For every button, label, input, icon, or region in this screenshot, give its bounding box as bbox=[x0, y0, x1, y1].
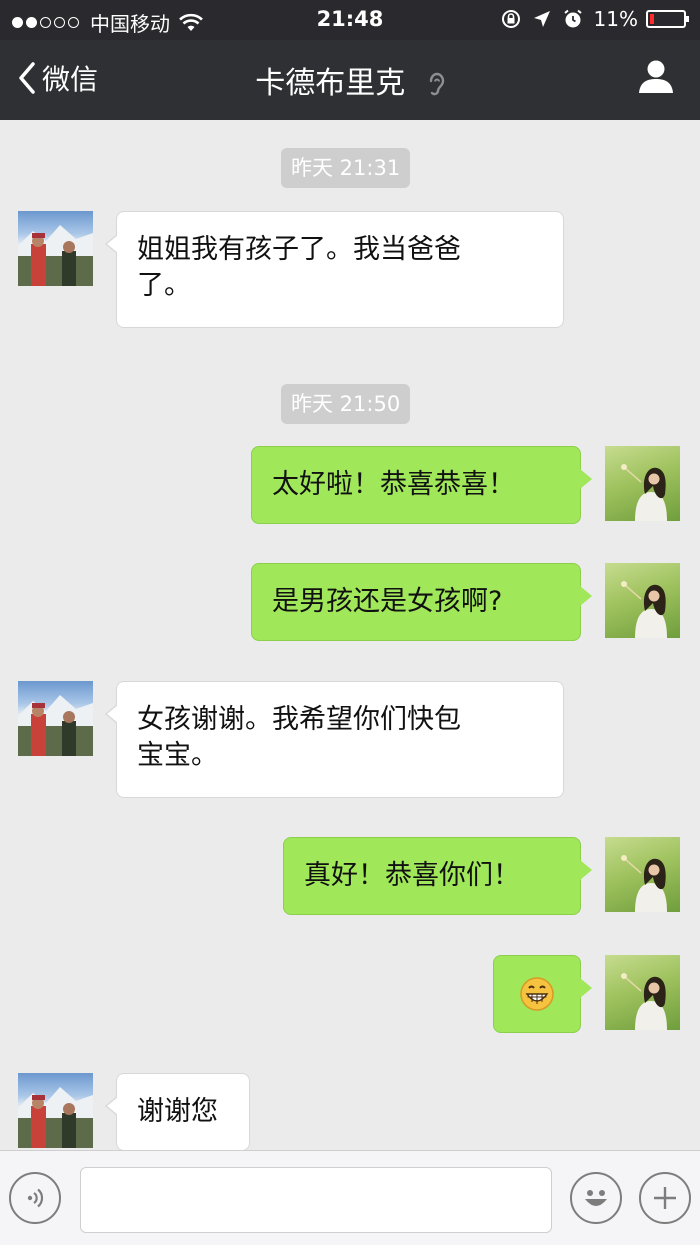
message-text-line: 宝宝。 bbox=[137, 740, 218, 771]
my-avatar[interactable] bbox=[605, 837, 680, 912]
message-bubble[interactable]: 姐姐我有孩子了。我当爸爸 了。 bbox=[105, 211, 564, 328]
message-text: 是男孩还是女孩啊? bbox=[272, 586, 503, 617]
status-bar: 中国移动 21:48 11% bbox=[0, 0, 700, 40]
message-input[interactable] bbox=[80, 1167, 552, 1233]
timestamp: 昨天 21:50 bbox=[281, 384, 411, 424]
message-bubble[interactable]: 是男孩还是女孩啊? bbox=[251, 563, 592, 641]
my-avatar[interactable] bbox=[605, 446, 680, 521]
message-text-line: 了。 bbox=[137, 270, 191, 301]
message-text: 真好！恭喜你们！ bbox=[304, 860, 520, 891]
my-avatar[interactable] bbox=[605, 563, 680, 638]
alarm-icon bbox=[563, 9, 582, 28]
friend-avatar[interactable] bbox=[18, 681, 93, 756]
input-bar bbox=[0, 1150, 700, 1245]
friend-avatar[interactable] bbox=[18, 211, 93, 286]
battery-icon bbox=[646, 10, 689, 28]
voice-icon bbox=[27, 1188, 44, 1208]
profile-icon bbox=[639, 60, 673, 93]
chat-title: 卡德布里克 bbox=[0, 58, 700, 102]
my-avatar[interactable] bbox=[605, 955, 680, 1030]
plus-icon bbox=[654, 1187, 676, 1209]
message-text-line: 女孩谢谢。我希望你们快包 bbox=[137, 704, 461, 735]
battery-level bbox=[650, 14, 654, 24]
rotation-lock-icon bbox=[501, 10, 520, 28]
contact-name: 卡德布里克 bbox=[255, 66, 406, 101]
more-button[interactable] bbox=[639, 1172, 691, 1224]
message-bubble[interactable]: 真好！恭喜你们！ bbox=[283, 837, 592, 915]
timestamp: 昨天 21:31 bbox=[281, 148, 411, 188]
message-text: 太好啦！恭喜恭喜！ bbox=[272, 469, 515, 500]
profile-button[interactable] bbox=[638, 58, 674, 98]
emoji-button[interactable] bbox=[570, 1172, 622, 1224]
voice-button[interactable] bbox=[9, 1172, 61, 1224]
battery-percent: 11% bbox=[593, 7, 638, 31]
message-bubble[interactable]: 女孩谢谢。我希望你们快包 宝宝。 bbox=[105, 681, 564, 798]
ear-icon bbox=[429, 72, 444, 95]
grinning-face-emoji bbox=[520, 977, 554, 1011]
message-bubble[interactable]: 谢谢您 bbox=[105, 1073, 250, 1151]
message-bubble[interactable]: 太好啦！恭喜恭喜！ bbox=[251, 446, 592, 524]
message-text: 谢谢您 bbox=[137, 1096, 218, 1127]
message-text-line: 姐姐我有孩子了。我当爸爸 bbox=[137, 234, 461, 265]
nav-bar: 微信 卡德布里克 bbox=[0, 40, 700, 120]
chat-area[interactable]: 昨天 21:31 姐姐我有孩子了。我当爸爸 了。 昨天 21:50 太好啦！恭喜… bbox=[0, 120, 700, 1151]
friend-avatar[interactable] bbox=[18, 1073, 93, 1148]
status-right: 11% bbox=[490, 7, 689, 31]
emoji-smile-icon bbox=[585, 1190, 607, 1206]
message-bubble[interactable] bbox=[493, 955, 592, 1033]
location-icon bbox=[533, 11, 550, 27]
